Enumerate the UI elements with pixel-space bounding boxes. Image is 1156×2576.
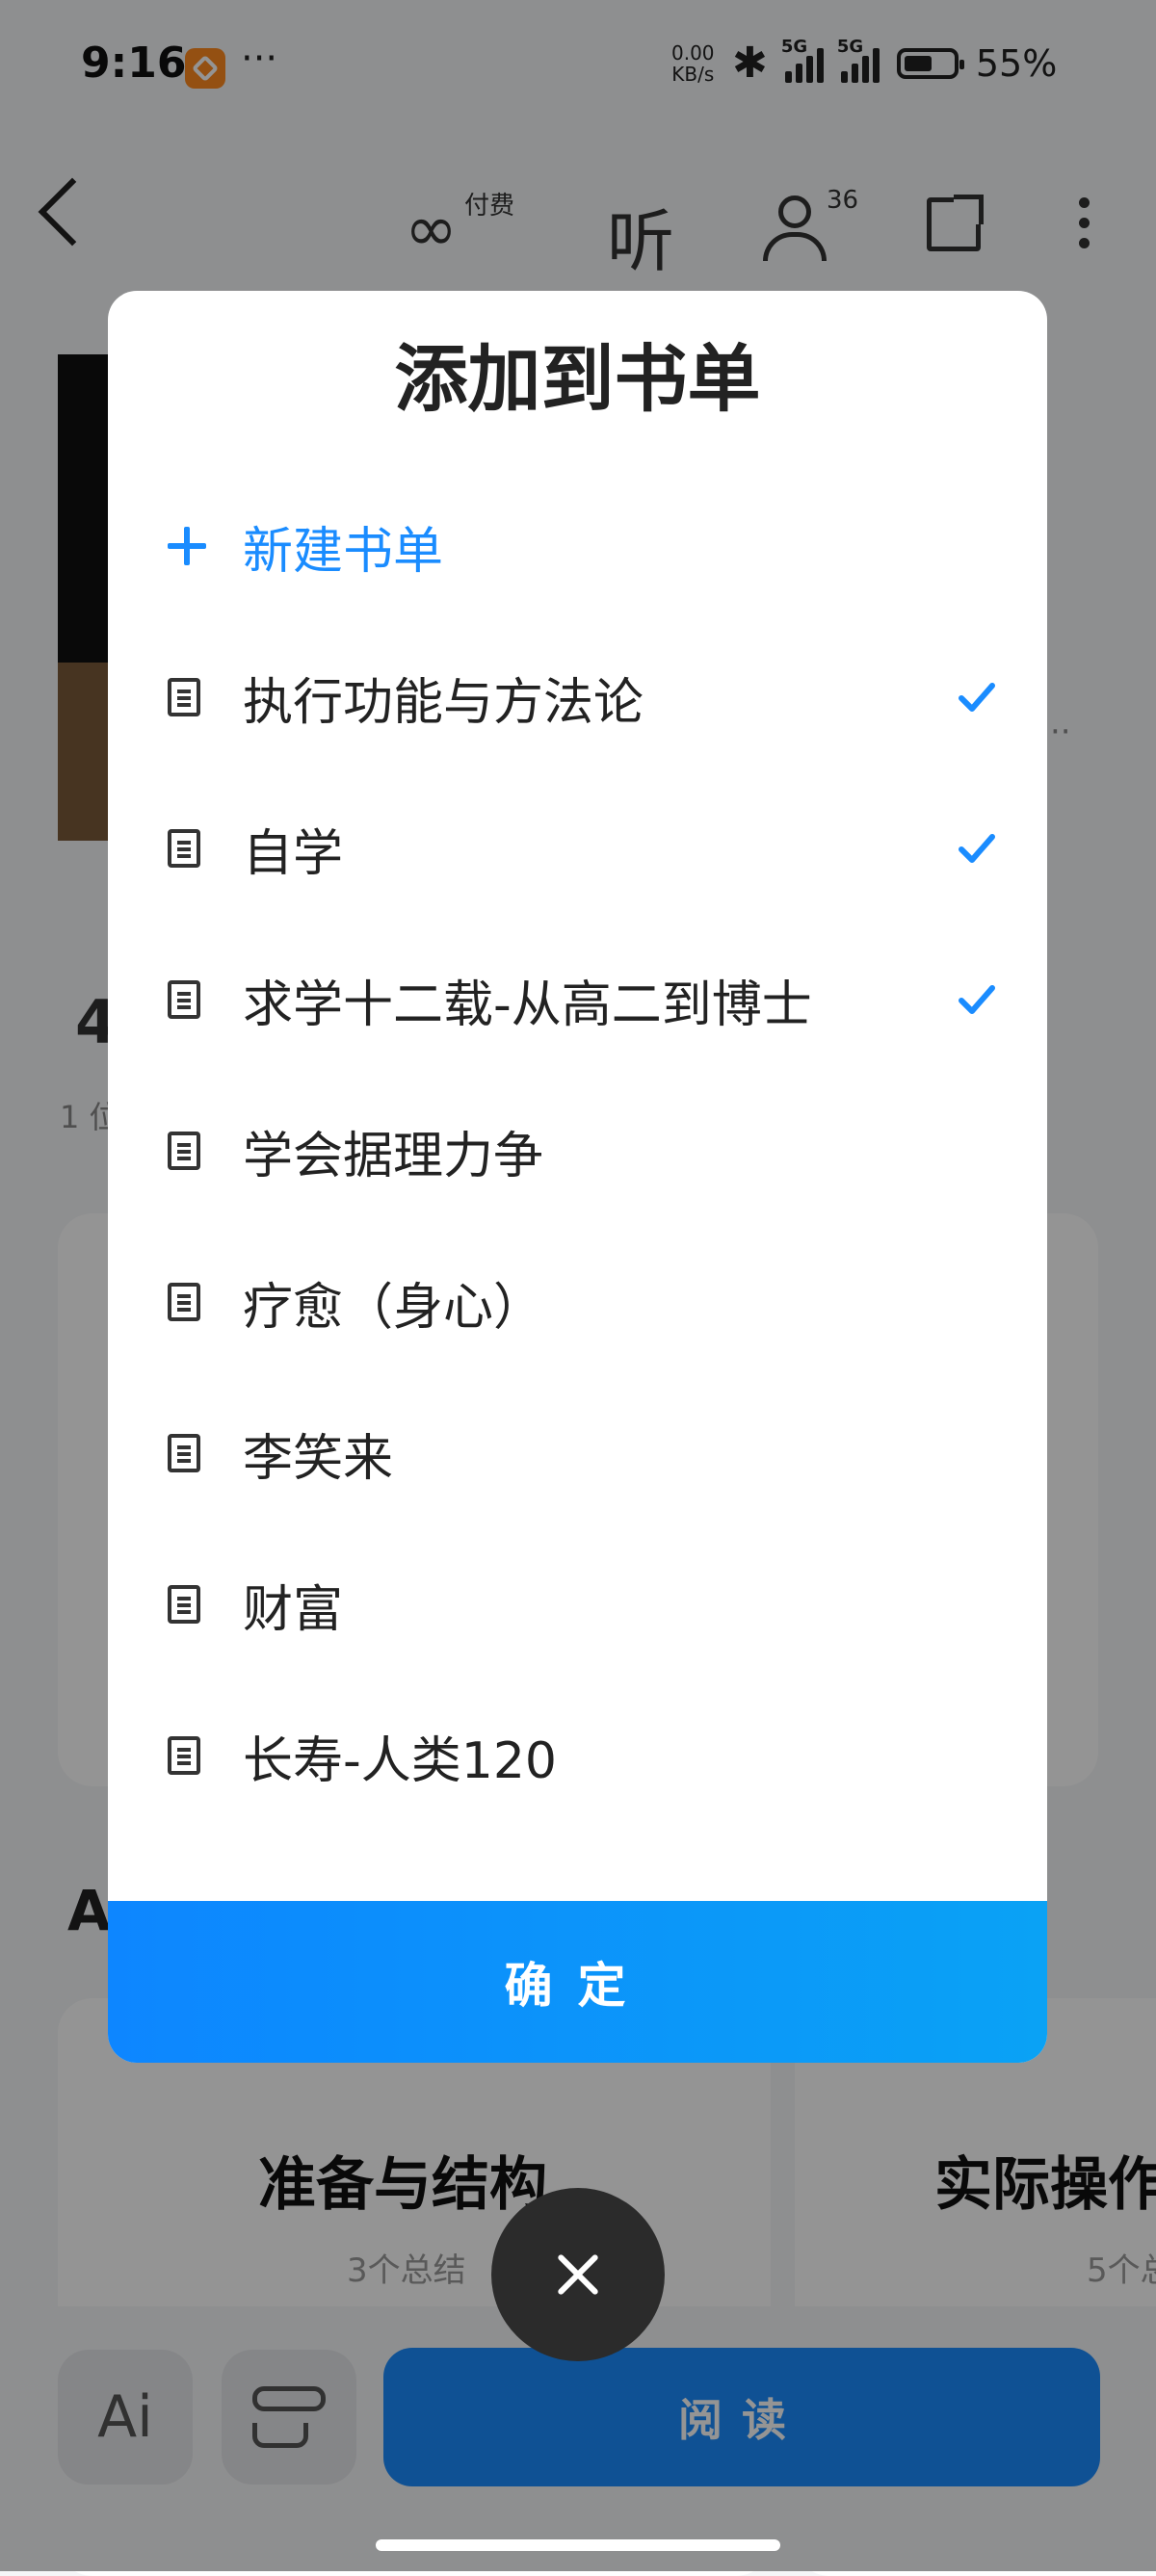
booklist-doc-icon	[168, 1132, 200, 1170]
close-icon[interactable]	[491, 2188, 665, 2361]
plus-icon	[168, 527, 206, 565]
new-booklist-label: 新建书单	[243, 522, 444, 581]
booklist-doc-icon	[168, 678, 200, 716]
dialog-title: 添加到书单	[394, 336, 761, 422]
checkmark-icon	[959, 683, 995, 712]
booklist-item[interactable]: 长寿-人类120	[168, 1707, 996, 1804]
booklist-doc-icon	[168, 1283, 200, 1321]
add-to-booklist-dialog: 添加到书单 新建书单 执行功能与方法论 自学求学十二载-从高二到博士 学会据理力争疗…	[108, 291, 1047, 2063]
booklist-item[interactable]: 学会据理力争	[168, 1103, 996, 1199]
new-booklist-button[interactable]: 新建书单	[168, 503, 443, 589]
booklist-item[interactable]: 执行功能与方法论	[168, 649, 996, 745]
booklist-item-label: 疗愈（身心）	[243, 1278, 544, 1337]
booklist-item[interactable]: 疗愈（身心）	[168, 1254, 996, 1350]
booklist-doc-icon	[168, 1434, 200, 1472]
booklist-doc-icon	[168, 1585, 200, 1624]
checkmark-icon	[959, 985, 995, 1014]
booklist-item[interactable]: 财富	[168, 1556, 996, 1652]
booklist-item-label: 自学	[243, 824, 344, 883]
booklist-item-label: 学会据理力争	[243, 1127, 544, 1185]
booklist-item[interactable]: 自学	[168, 800, 996, 897]
booklist-item-label: 李笑来	[243, 1429, 394, 1488]
booklist-item-label: 财富	[243, 1580, 344, 1639]
confirm-button[interactable]: 确定	[108, 1901, 1047, 2063]
booklist-item-label: 长寿-人类120	[243, 1731, 558, 1790]
booklist-item-label: 执行功能与方法论	[243, 673, 644, 732]
booklist-item-label: 求学十二载-从高二到博士	[243, 976, 812, 1034]
checkmark-icon	[959, 834, 995, 863]
booklist-doc-icon	[168, 1736, 200, 1775]
booklist-doc-icon	[168, 829, 200, 868]
booklist-item[interactable]: 李笑来	[168, 1405, 996, 1501]
booklist-item[interactable]: 求学十二载-从高二到博士	[168, 951, 996, 1048]
home-indicator[interactable]	[376, 2539, 780, 2551]
booklist-doc-icon	[168, 980, 200, 1019]
